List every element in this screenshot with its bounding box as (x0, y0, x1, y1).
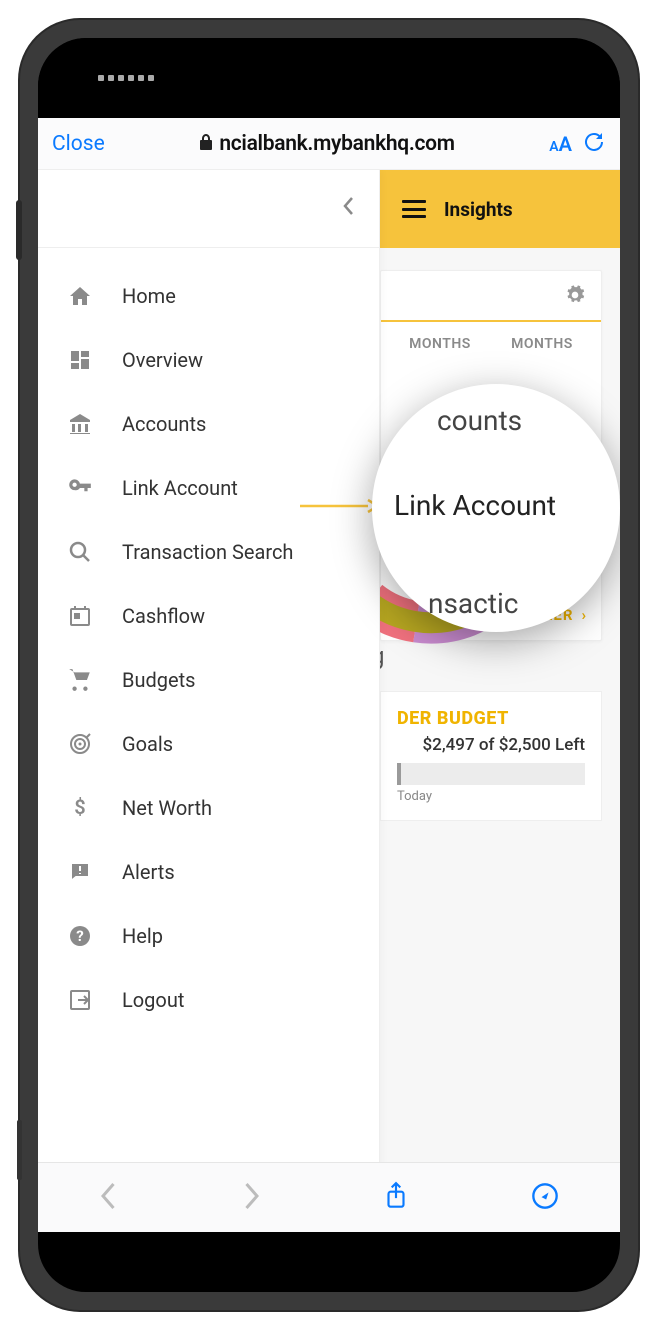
time-tabs[interactable]: MONTHS MONTHS (381, 328, 601, 364)
magnifier-text-bottom: nsactic (428, 587, 518, 620)
sidebar-item-label: Goals (122, 732, 173, 756)
page-title: Insights (444, 198, 513, 221)
sidebar-item-label: Alerts (122, 860, 175, 884)
address-bar[interactable]: ncialbank.mybankhq.com (115, 132, 540, 156)
sidebar-item-label: Budgets (122, 668, 195, 692)
sidebar-item-label: Net Worth (122, 796, 212, 820)
insights-header: Insights (380, 170, 620, 248)
sidebar-drawer: Home Overview Accounts Link Acco (38, 170, 380, 1232)
accent-underline (381, 320, 601, 322)
status-bar (38, 38, 620, 118)
phone-side-button (16, 200, 22, 260)
sidebar-item-label: Link Account (122, 476, 238, 500)
svg-text:$: $ (74, 796, 85, 819)
cart-icon (66, 666, 94, 694)
close-button[interactable]: Close (52, 132, 105, 156)
sidebar-item-cashflow[interactable]: Cashflow (38, 584, 379, 648)
phone-inner: Close ncialbank.mybankhq.com AA Insights (38, 38, 620, 1292)
gear-icon[interactable] (565, 285, 585, 310)
screen: Close ncialbank.mybankhq.com AA Insights (38, 118, 620, 1232)
sidebar-item-label: Accounts (122, 412, 206, 436)
budget-title: DER BUDGET (397, 708, 585, 729)
sidebar-item-label: Home (122, 284, 176, 308)
dashboard-icon (66, 346, 94, 374)
budget-progress-fill (397, 763, 401, 785)
sidebar-item-overview[interactable]: Overview (38, 328, 379, 392)
sidebar-item-networth[interactable]: $ Net Worth (38, 776, 379, 840)
text-size-button[interactable]: AA (549, 132, 572, 156)
logout-icon (66, 986, 94, 1014)
alert-icon (66, 858, 94, 886)
signal-dots-icon (98, 75, 154, 81)
sidebar-item-logout[interactable]: Logout (38, 968, 379, 1032)
phone-frame: Close ncialbank.mybankhq.com AA Insights (20, 20, 638, 1310)
callout-arrow-icon (300, 498, 380, 514)
sidebar-item-help[interactable]: ? Help (38, 904, 379, 968)
calendar-icon (66, 602, 94, 630)
chevron-right-icon: › (581, 606, 587, 624)
hamburger-icon[interactable] (402, 200, 426, 218)
page-content: Insights Home (38, 170, 620, 1232)
magnifier-text-top: counts (437, 404, 522, 437)
dollar-icon: $ (66, 794, 94, 822)
svg-text:?: ? (76, 927, 83, 945)
drawer-header (38, 170, 379, 248)
lock-icon (199, 134, 213, 154)
reload-button[interactable] (582, 130, 606, 158)
menu-list: Home Overview Accounts Link Acco (38, 248, 379, 1048)
home-icon (66, 282, 94, 310)
sidebar-item-accounts[interactable]: Accounts (38, 392, 379, 456)
sidebar-item-label: Cashflow (122, 604, 205, 628)
tab-label[interactable]: MONTHS (511, 336, 573, 352)
sidebar-item-transaction-search[interactable]: Transaction Search (38, 520, 379, 584)
target-icon (66, 730, 94, 758)
magnifier-callout: counts Link Account nsactic (372, 384, 620, 632)
sidebar-item-label: Transaction Search (122, 540, 293, 564)
sidebar-item-alerts[interactable]: Alerts (38, 840, 379, 904)
help-icon: ? (66, 922, 94, 950)
back-button[interactable] (99, 1181, 119, 1215)
sidebar-item-label: Help (122, 924, 163, 948)
home-indicator[interactable] (219, 1272, 439, 1278)
sidebar-item-home[interactable]: Home (38, 264, 379, 328)
browser-bottom-bar (38, 1162, 620, 1232)
sidebar-item-label: Logout (122, 988, 184, 1012)
chevron-left-icon[interactable] (343, 196, 355, 222)
budget-today-label: Today (397, 789, 585, 804)
search-icon (66, 538, 94, 566)
sidebar-item-budgets[interactable]: Budgets (38, 648, 379, 712)
phone-side-notch (17, 1120, 22, 1180)
share-button[interactable] (383, 1181, 409, 1215)
budget-progress-bar (397, 763, 585, 785)
bank-icon (66, 410, 94, 438)
budget-card: DER BUDGET $2,497 of $2,500 Left Today (380, 691, 602, 821)
browser-top-bar: Close ncialbank.mybankhq.com AA (38, 118, 620, 170)
key-icon (66, 474, 94, 502)
forward-button[interactable] (241, 1181, 261, 1215)
budget-amount-left: $2,497 of $2,500 Left (397, 735, 585, 755)
sidebar-item-label: Overview (122, 348, 203, 372)
compass-button[interactable] (531, 1182, 559, 1214)
magnifier-text-main: Link Account (394, 489, 556, 522)
sidebar-item-goals[interactable]: Goals (38, 712, 379, 776)
url-text: ncialbank.mybankhq.com (219, 132, 454, 156)
tab-label[interactable]: MONTHS (409, 336, 471, 352)
